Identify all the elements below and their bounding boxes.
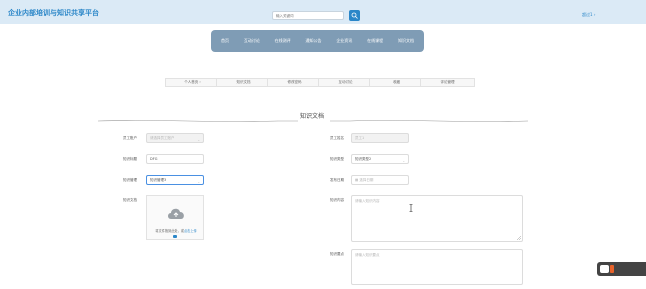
text-cursor-icon bbox=[409, 204, 413, 212]
search-input[interactable] bbox=[272, 11, 344, 20]
site-title[interactable]: 企业内部培训与知识共享平台 bbox=[8, 8, 99, 18]
main-nav: 首页 互动讨论 在线测评 通知公告 企业资讯 在线课程 知识文档 bbox=[211, 30, 424, 52]
publish-date-label: 发布日期 bbox=[330, 178, 344, 182]
subnav-personal-home[interactable]: 个人首页 › bbox=[165, 78, 220, 87]
employee-name-field: 员工1 bbox=[351, 133, 409, 143]
search-button[interactable] bbox=[349, 10, 360, 21]
nav-item-courses[interactable]: 在线课程 bbox=[367, 38, 383, 44]
doc-summary-label: 知识要点 bbox=[330, 252, 344, 256]
nav-item-documents[interactable]: 知识文档 bbox=[398, 38, 414, 44]
top-bar: 企业内部培训与知识共享平台 超过1 › bbox=[0, 0, 646, 24]
subnav-comments[interactable]: 评论管理 bbox=[420, 78, 475, 87]
nav-item-assessment[interactable]: 在线测评 bbox=[275, 38, 291, 44]
doc-content-textarea[interactable]: 请输入知识内容 bbox=[351, 195, 523, 242]
chevron-down-icon: ⌄ bbox=[402, 159, 405, 163]
doc-manager-select[interactable]: 知识管理3 ⌄ bbox=[146, 175, 204, 185]
doc-content-label: 知识内容 bbox=[330, 198, 344, 202]
nav-item-notice[interactable]: 通知公告 bbox=[305, 38, 321, 44]
chevron-down-icon: ⌄ bbox=[197, 180, 200, 184]
widget-logo bbox=[600, 265, 609, 273]
widget-accent bbox=[610, 265, 614, 273]
doc-title-label: 知识标题 bbox=[123, 157, 137, 161]
title-divider bbox=[98, 120, 528, 122]
subnav-change-password[interactable]: 修改密码 bbox=[267, 78, 322, 87]
upload-indicator bbox=[173, 235, 177, 238]
doc-manager-label: 知识管理 bbox=[123, 178, 137, 182]
subnav-documents[interactable]: 知识文档 bbox=[216, 78, 271, 87]
doc-type-select[interactable]: 知识类型2 ⌄ bbox=[351, 154, 409, 164]
resize-handle-icon[interactable] bbox=[517, 236, 521, 240]
search-icon bbox=[351, 12, 358, 19]
user-menu[interactable]: 超过1 › bbox=[582, 12, 595, 18]
employee-account-select: 请选择员工账户 ⌄ bbox=[146, 133, 204, 143]
doc-title-input[interactable]: DFG bbox=[146, 154, 204, 164]
subnav-discussion[interactable]: 互动讨论 bbox=[318, 78, 373, 87]
employee-account-label: 员工账户 bbox=[123, 136, 137, 140]
employee-name-label: 员工姓名 bbox=[330, 136, 344, 140]
nav-item-news[interactable]: 企业资讯 bbox=[336, 38, 352, 44]
chevron-down-icon: ⌄ bbox=[197, 138, 200, 142]
file-upload-dropzone[interactable]: 将文件拖到此处，或点击上传 bbox=[146, 195, 204, 240]
doc-summary-textarea[interactable]: 请输入知识要点 bbox=[351, 249, 523, 285]
nav-item-discussion[interactable]: 互动讨论 bbox=[244, 38, 260, 44]
floating-toolbar-widget[interactable] bbox=[597, 262, 646, 276]
publish-date-picker[interactable]: ▦ 选择日期 bbox=[351, 175, 409, 185]
subnav-favorites[interactable]: 收藏 bbox=[369, 78, 424, 87]
cloud-upload-icon bbox=[168, 208, 184, 219]
doc-file-label: 知识文档 bbox=[123, 198, 137, 202]
upload-link[interactable]: 点击上传 bbox=[184, 229, 197, 233]
doc-type-label: 知识类型 bbox=[330, 157, 344, 161]
nav-item-home[interactable]: 首页 bbox=[221, 38, 229, 44]
